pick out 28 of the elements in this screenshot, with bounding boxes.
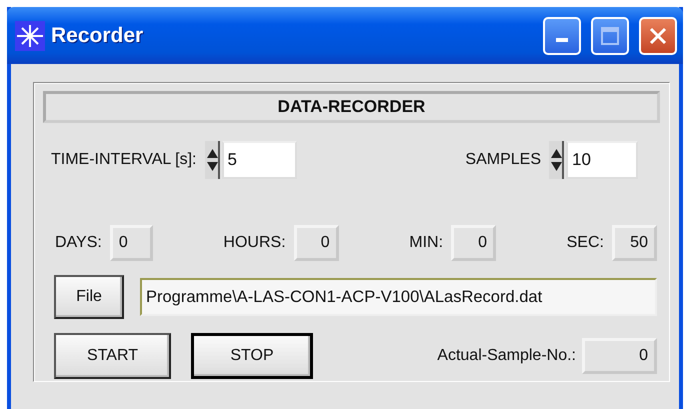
stop-button[interactable]: STOP (191, 333, 313, 379)
duration-value: 0 (110, 225, 153, 261)
actual-sample-label: Actual-Sample-No.: (437, 347, 576, 365)
close-icon (648, 26, 668, 46)
time-interval-label: TIME-INTERVAL [s]: (51, 151, 196, 169)
samples-field[interactable]: 10 (566, 141, 638, 179)
close-button[interactable] (639, 16, 677, 54)
actual-sample-value: 0 (582, 338, 657, 374)
duration-label: SEC: (566, 234, 604, 252)
window-title: Recorder (51, 24, 144, 48)
spinner-icon[interactable] (549, 141, 564, 179)
duration-label: MIN: (409, 234, 444, 252)
file-path-field[interactable]: Programme\A-LAS-CON1-ACP-V100\ALasRecord.dat (140, 278, 657, 316)
duration-value: 50 (612, 225, 657, 261)
panel-header: DATA-RECORDER (43, 91, 660, 123)
minimize-button[interactable] (543, 16, 581, 54)
duration-value: 0 (451, 225, 496, 261)
duration-label: HOURS: (223, 234, 286, 252)
file-button[interactable]: File (54, 275, 124, 319)
duration-label: DAYS: (55, 234, 102, 252)
start-button[interactable]: START (54, 333, 171, 379)
samples-label: SAMPLES (465, 151, 541, 169)
duration-value: 0 (294, 225, 339, 261)
maximize-button[interactable] (591, 16, 629, 54)
maximize-icon (600, 26, 620, 46)
time-interval-field[interactable]: 5 (222, 141, 296, 179)
minimize-icon (556, 38, 568, 42)
spinner-icon[interactable] (204, 141, 220, 179)
